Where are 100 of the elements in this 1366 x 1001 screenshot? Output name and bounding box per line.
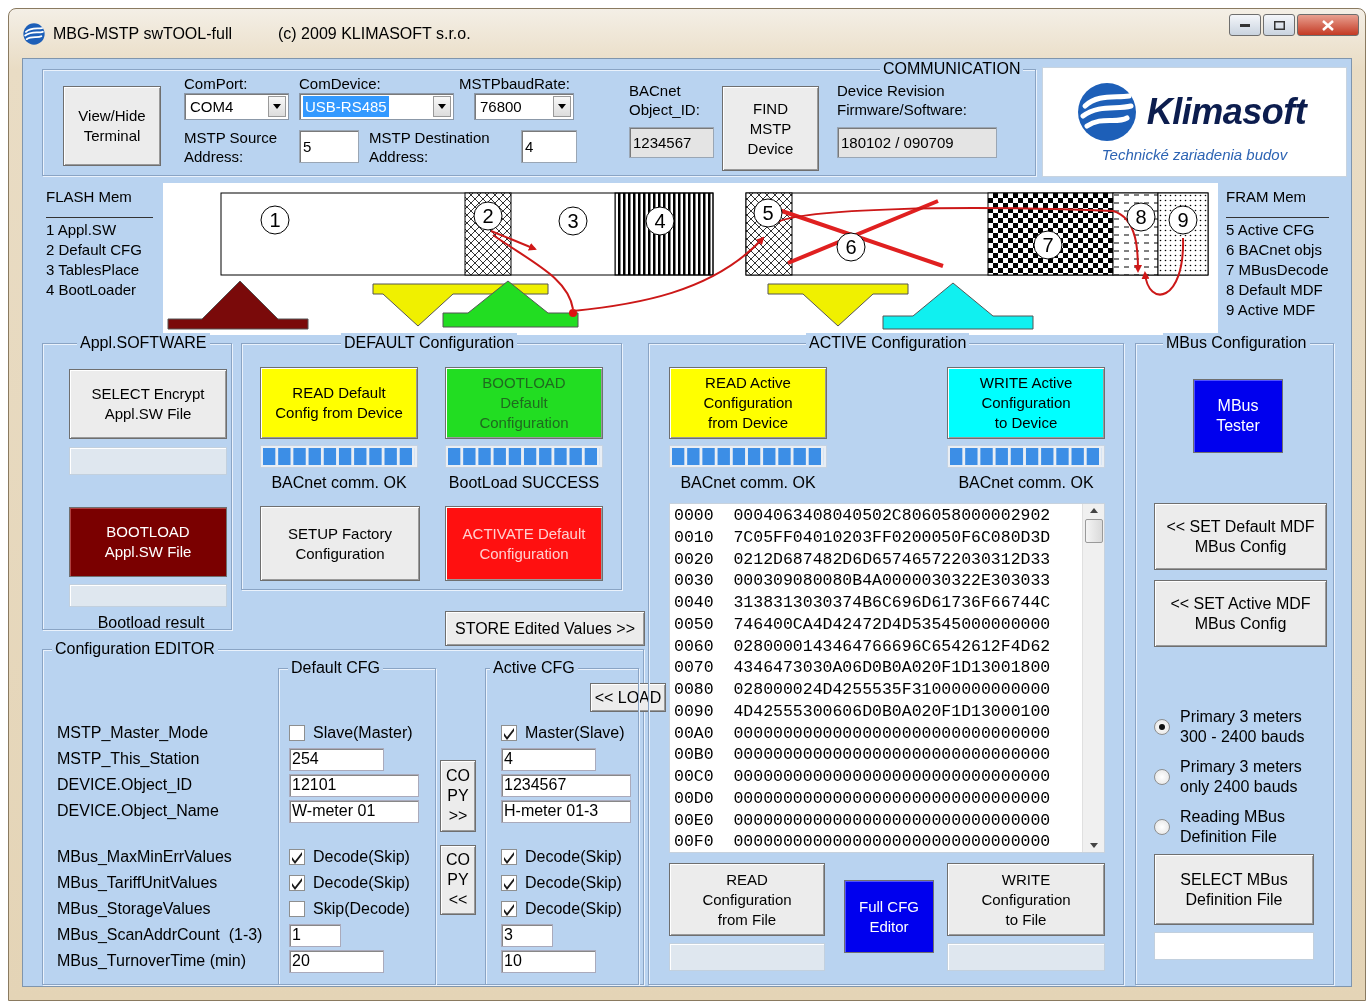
bootload-default-button[interactable]: BOOTLOAD Default Configuration: [445, 367, 603, 439]
tester-button[interactable]: MBus Tester: [1193, 379, 1283, 453]
text-field[interactable]: W-meter 01: [289, 799, 419, 823]
dropdown[interactable]: 76800: [474, 93, 574, 120]
text-field[interactable]: 10: [501, 949, 596, 973]
radio-button[interactable]: [1154, 768, 1170, 785]
hex-data: 0004063408040502C806058000002902: [733, 506, 1051, 525]
select-definition-button[interactable]: SELECT MBus Definition File: [1154, 854, 1314, 925]
group-title: Appl.SOFTWARE: [80, 334, 207, 351]
hex-address: 0030: [674, 571, 714, 591]
hex-address: 0080: [674, 680, 714, 699]
legend-item: 2 Default CFG: [46, 240, 143, 260]
copy-right-button[interactable]: CO PY >>: [440, 760, 476, 832]
radio-label: Primary 3 meters only 2400 bauds: [1180, 756, 1302, 797]
block-number: 1: [260, 205, 290, 235]
hex-address: 0060: [674, 636, 714, 656]
text-field[interactable]: 3: [501, 923, 553, 947]
checkbox[interactable]: [501, 875, 517, 891]
status-text: BACnet comm. OK: [957, 473, 1095, 493]
field-label: ComPort:: [184, 74, 249, 93]
parameter-label: MSTP_This_Station: [57, 749, 201, 769]
minimize-icon: [1240, 23, 1250, 27]
close-button[interactable]: [1297, 14, 1359, 36]
read-file-button[interactable]: READ Configuration from File: [669, 863, 825, 936]
maximize-button[interactable]: [1263, 14, 1295, 36]
write-active-button[interactable]: WRITE Active Configuration to Device: [947, 367, 1105, 439]
checkbox[interactable]: [501, 849, 517, 865]
radio-label: Primary 3 meters 300 - 2400 bauds: [1180, 706, 1305, 747]
hex-address: 00D0: [674, 788, 714, 808]
radio-button[interactable]: [1154, 818, 1170, 835]
status-text: BootLoad SUCCESS: [447, 473, 601, 493]
hex-data: 00000000000000000000000000000000: [733, 767, 1051, 786]
block-number: 7: [1033, 230, 1063, 260]
text-field[interactable]: 1234567: [629, 127, 714, 158]
scrollbar[interactable]: [1082, 504, 1104, 852]
bootload-button[interactable]: BOOTLOAD Appl.SW File: [69, 507, 227, 577]
text-field[interactable]: 180102 / 090709: [837, 127, 997, 158]
copy-left-button[interactable]: CO PY <<: [440, 845, 476, 915]
block-number: 9: [1168, 205, 1198, 235]
parameter-label: MBus_TurnoverTime (min): [57, 951, 248, 971]
group-title: Active CFG: [493, 659, 575, 676]
hex-data: 746400CA4D42472D4D53545000000000: [733, 614, 1051, 634]
checkbox[interactable]: [289, 849, 305, 865]
minimize-button[interactable]: [1229, 14, 1261, 36]
write-file-button[interactable]: WRITE Configuration to File: [947, 863, 1105, 936]
full-editor-button[interactable]: Full CFG Editor: [844, 880, 934, 953]
checkbox[interactable]: [289, 901, 305, 917]
legend-item: 9 Active MDF: [1226, 300, 1317, 320]
select-file-button[interactable]: SELECT Encrypt Appl.SW File: [69, 369, 227, 439]
text-field[interactable]: 1: [289, 923, 341, 947]
parameter-label: MSTP_Master_Mode: [57, 723, 210, 743]
parameter-label: MBus_StorageValues: [57, 899, 212, 919]
hex-address: 0050: [674, 614, 714, 634]
block-number: 5: [753, 198, 783, 228]
text-field[interactable]: 5: [299, 130, 359, 163]
block-number: 6: [836, 232, 866, 262]
legend-item: 5 Active CFG: [1226, 220, 1316, 240]
hex-address: 0070: [674, 658, 714, 678]
checkbox[interactable]: [289, 725, 305, 741]
view-terminal-button[interactable]: View/Hide Terminal: [63, 86, 161, 166]
checkbox-label: Decode(Skip): [525, 900, 622, 918]
memory-title: FRAM Mem: [1226, 187, 1307, 207]
set-default-mdf-button[interactable]: << SET Default MDF MBus Config: [1154, 503, 1327, 570]
group-title: COMMUNICATION: [883, 60, 1021, 77]
hex-data: 00000000000000000000000000000000: [733, 745, 1051, 765]
dropdown[interactable]: COM4: [184, 93, 289, 120]
text-field[interactable]: 12101: [289, 773, 419, 797]
logo-tagline: Technické zariadenia budov: [1101, 145, 1288, 163]
text-field[interactable]: 1234567: [501, 773, 631, 797]
scrollbar-thumb[interactable]: [1084, 519, 1103, 543]
logo-swirl-icon: [1076, 81, 1137, 142]
window-title: MBG-MSTP swTOOL-full: [53, 24, 232, 43]
scroll-up-icon[interactable]: [1089, 508, 1098, 513]
copyright-text: (c) 2009 KLIMASOFT s.r.o.: [278, 24, 471, 43]
checkbox[interactable]: [289, 875, 305, 891]
load-button[interactable]: << LOAD: [590, 683, 666, 712]
radio-button[interactable]: [1154, 718, 1170, 735]
set-active-mdf-button[interactable]: << SET Active MDF MBus Config: [1154, 580, 1327, 647]
hex-data: 00000000000000000000000000000000: [733, 723, 1051, 743]
close-icon: [1322, 19, 1334, 31]
find-device-button[interactable]: FIND MSTP Device: [722, 86, 819, 171]
checkbox-label: Decode(Skip): [313, 848, 410, 866]
store-values-button[interactable]: STORE Edited Values >>: [445, 611, 645, 646]
checkbox-label: Decode(Skip): [525, 848, 622, 866]
company-logo-text: Klimasoft: [1146, 90, 1307, 133]
read-default-button[interactable]: READ Default Config from Device: [260, 367, 418, 439]
text-field[interactable]: 20: [289, 949, 384, 973]
legend-item: 1 Appl.SW: [46, 220, 118, 240]
hex-data: 00000000000000000000000000000000: [733, 810, 1051, 830]
text-field[interactable]: 254: [289, 747, 384, 771]
text-field[interactable]: H-meter 01-3: [501, 799, 631, 823]
text-field[interactable]: 4: [501, 747, 596, 771]
hex-address: 00C0: [674, 767, 714, 786]
legend-item: 3 TablesPlace: [46, 260, 141, 280]
text-field[interactable]: 4: [521, 130, 577, 163]
checkbox[interactable]: [501, 725, 517, 741]
scroll-down-icon[interactable]: [1089, 843, 1098, 848]
read-active-button[interactable]: READ Active Configuration from Device: [669, 367, 827, 439]
setup-factory-button[interactable]: SETUP Factory Configuration: [260, 506, 420, 581]
checkbox[interactable]: [501, 901, 517, 917]
